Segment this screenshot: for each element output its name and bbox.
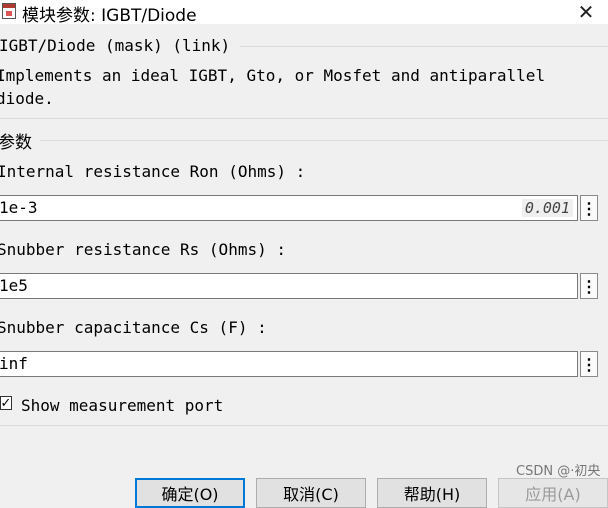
rs-label: Snubber resistance Rs (Ohms) :	[0, 240, 286, 259]
window-title: 模块参数: IGBT/Diode	[22, 6, 197, 26]
dialog-body: IGBT/Diode (mask) (link) Implements an i…	[0, 24, 608, 508]
rs-input[interactable]: 1e5	[0, 273, 578, 299]
simulink-block-icon	[2, 3, 16, 19]
ron-evaluated-hint: 0.001	[521, 199, 573, 217]
measurement-port-checkbox[interactable]: ✓	[0, 396, 12, 410]
ok-button[interactable]: 确定(O)	[135, 478, 245, 508]
description-line-1: Implements an ideal IGBT, Gto, or Mosfet…	[0, 66, 546, 85]
section-divider	[0, 118, 608, 119]
cs-options-button[interactable]: ⋮	[580, 351, 598, 377]
help-button[interactable]: 帮助(H)	[377, 478, 487, 508]
ron-value: 1e-3	[0, 198, 38, 217]
cs-label: Snubber capacitance Cs (F) :	[0, 318, 267, 337]
description-line-2: diode.	[0, 89, 54, 108]
apply-button[interactable]: 应用(A)	[498, 478, 608, 508]
title-bar: 模块参数: IGBT/Diode ✕	[0, 0, 608, 26]
ron-options-button[interactable]: ⋮	[580, 195, 598, 221]
parameters-section-label: 参数	[0, 133, 32, 153]
group-divider	[240, 46, 608, 47]
ron-input[interactable]: 1e-3 0.001	[0, 195, 578, 221]
cs-input[interactable]: inf	[0, 351, 578, 377]
measurement-port-label: Show measurement port	[21, 396, 224, 415]
watermark: CSDN @·初央	[516, 464, 601, 479]
block-type-header: IGBT/Diode (mask) (link)	[0, 36, 231, 55]
cs-value: inf	[0, 354, 28, 373]
ron-label: Internal resistance Ron (Ohms) :	[0, 162, 306, 181]
group-divider	[40, 140, 608, 141]
rs-value: 1e5	[0, 276, 28, 295]
section-divider	[0, 425, 608, 426]
rs-options-button[interactable]: ⋮	[580, 273, 598, 299]
close-button[interactable]: ✕	[570, 0, 602, 24]
cancel-button[interactable]: 取消(C)	[256, 478, 366, 508]
